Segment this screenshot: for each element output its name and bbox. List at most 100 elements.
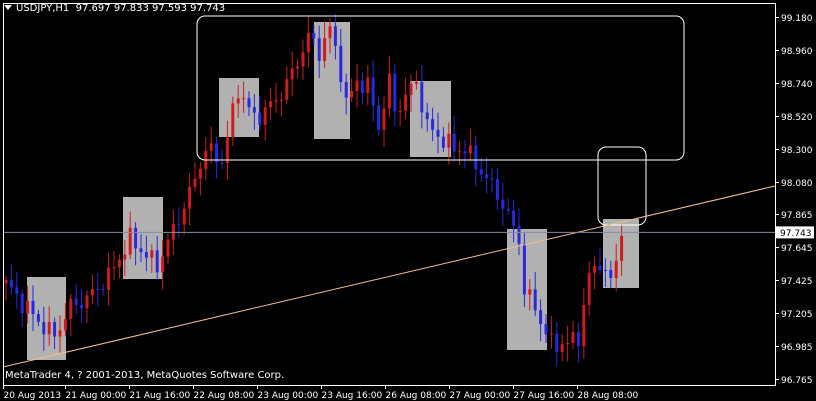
candle-body [350,90,354,98]
candle-body [355,80,359,91]
candle-body [139,248,143,252]
trendline [2,185,776,368]
candle-body [339,45,343,83]
candle-body [9,280,13,288]
candle-body [587,272,591,305]
candle-body [269,101,273,108]
candle-body [506,208,510,211]
candle-body [593,265,597,273]
candle-body [225,137,229,164]
candle-body [117,259,121,268]
candle-body [560,344,564,353]
candle-body [490,178,494,180]
candle-body [485,174,489,179]
candle-body [398,110,402,112]
candle-body [209,143,213,151]
candle-body [528,289,532,295]
candle-body [134,227,138,249]
candle-body [512,210,516,226]
candle-body [220,162,224,164]
candle-body [15,287,19,294]
candle-body [279,99,283,101]
candle-body [274,99,278,102]
candle-body [231,103,235,138]
candle-body [74,298,78,305]
candle-body [101,289,105,291]
candle-body [198,168,202,179]
candle-body [598,265,602,270]
candle-body [263,107,267,125]
candle-body [377,105,381,130]
x-tick-label: 23 Aug 16:00 [322,391,383,401]
y-tick-label: 98.960 [781,47,813,57]
candle-body [582,304,586,347]
candle-body [371,77,375,106]
candle-body [603,269,607,271]
candle-body [474,145,478,170]
y-tick-label: 97.425 [781,277,813,287]
candle-body [620,236,624,261]
chart-menu-triangle-icon[interactable] [4,5,12,10]
current-price-label: 97.743 [780,229,812,239]
candle-body [123,254,127,260]
candle-body [312,32,316,39]
candle-body [366,77,370,94]
candle-body [425,112,429,120]
price-chart[interactable]: 99.180 98.960 98.740 98.520 98.300 98.080 97.8… [0,0,816,401]
y-tick-label: 96.985 [781,343,813,353]
candle-body [323,38,327,61]
chart-header: USDJPY,H1 97.697 97.833 97.593 97.743 [4,3,225,14]
candle-body [171,223,175,240]
candle-body [420,82,424,113]
candle-body [182,208,186,225]
candle-body [479,169,483,175]
y-tick-label: 99.180 [781,14,813,24]
candle-body [166,239,170,257]
candle-body [344,82,348,98]
chart-window[interactable]: 99.180 98.960 98.740 98.520 98.300 98.080 97.8… [0,0,816,401]
y-tick-label: 96.765 [781,376,813,386]
candle-body [306,32,310,53]
candle-body [161,256,165,273]
y-tick-label: 97.865 [781,211,813,221]
candle-body [382,108,386,130]
candle-body [414,82,418,84]
candle-body [463,151,467,154]
y-tick-label: 98.300 [781,146,813,156]
candle-body [549,333,553,335]
candle-body [150,250,154,258]
candle-body [571,332,575,344]
candle-body [58,330,62,337]
candle-body [522,243,526,295]
candle-body [96,288,100,290]
candle-body [317,38,321,61]
x-tick-label: 22 Aug 08:00 [194,391,255,401]
candle-body [495,178,499,200]
candle-body [36,314,40,322]
candle-body [177,223,181,225]
candle-body [90,288,94,296]
ohlc-values: 97.697 97.833 97.593 97.743 [75,3,226,14]
candle-body [42,321,46,335]
copyright-text: MetaTrader 4, ? 2001-2013, MetaQuotes So… [5,370,285,381]
candle-body [20,293,24,314]
candle-body [458,151,462,153]
candle-body [69,298,73,320]
candle-body [431,119,435,130]
x-tick-label: 21 Aug 16:00 [130,391,191,401]
candle-body [544,324,548,335]
candle-body [533,289,537,311]
x-tick-label: 23 Aug 00:00 [258,391,319,401]
candle-body [193,178,197,188]
y-tick-label: 98.080 [781,179,813,189]
symbol-timeframe: USDJPY,H1 [16,3,70,14]
candle-body [112,267,116,269]
candle-body [144,251,148,258]
candle-body [242,98,246,100]
highlight-boxes [27,22,639,360]
candle-body [128,227,132,255]
candle-body [566,343,570,345]
y-tick-label: 98.520 [781,113,813,123]
candle-body [296,66,300,69]
candle-body [53,322,57,337]
